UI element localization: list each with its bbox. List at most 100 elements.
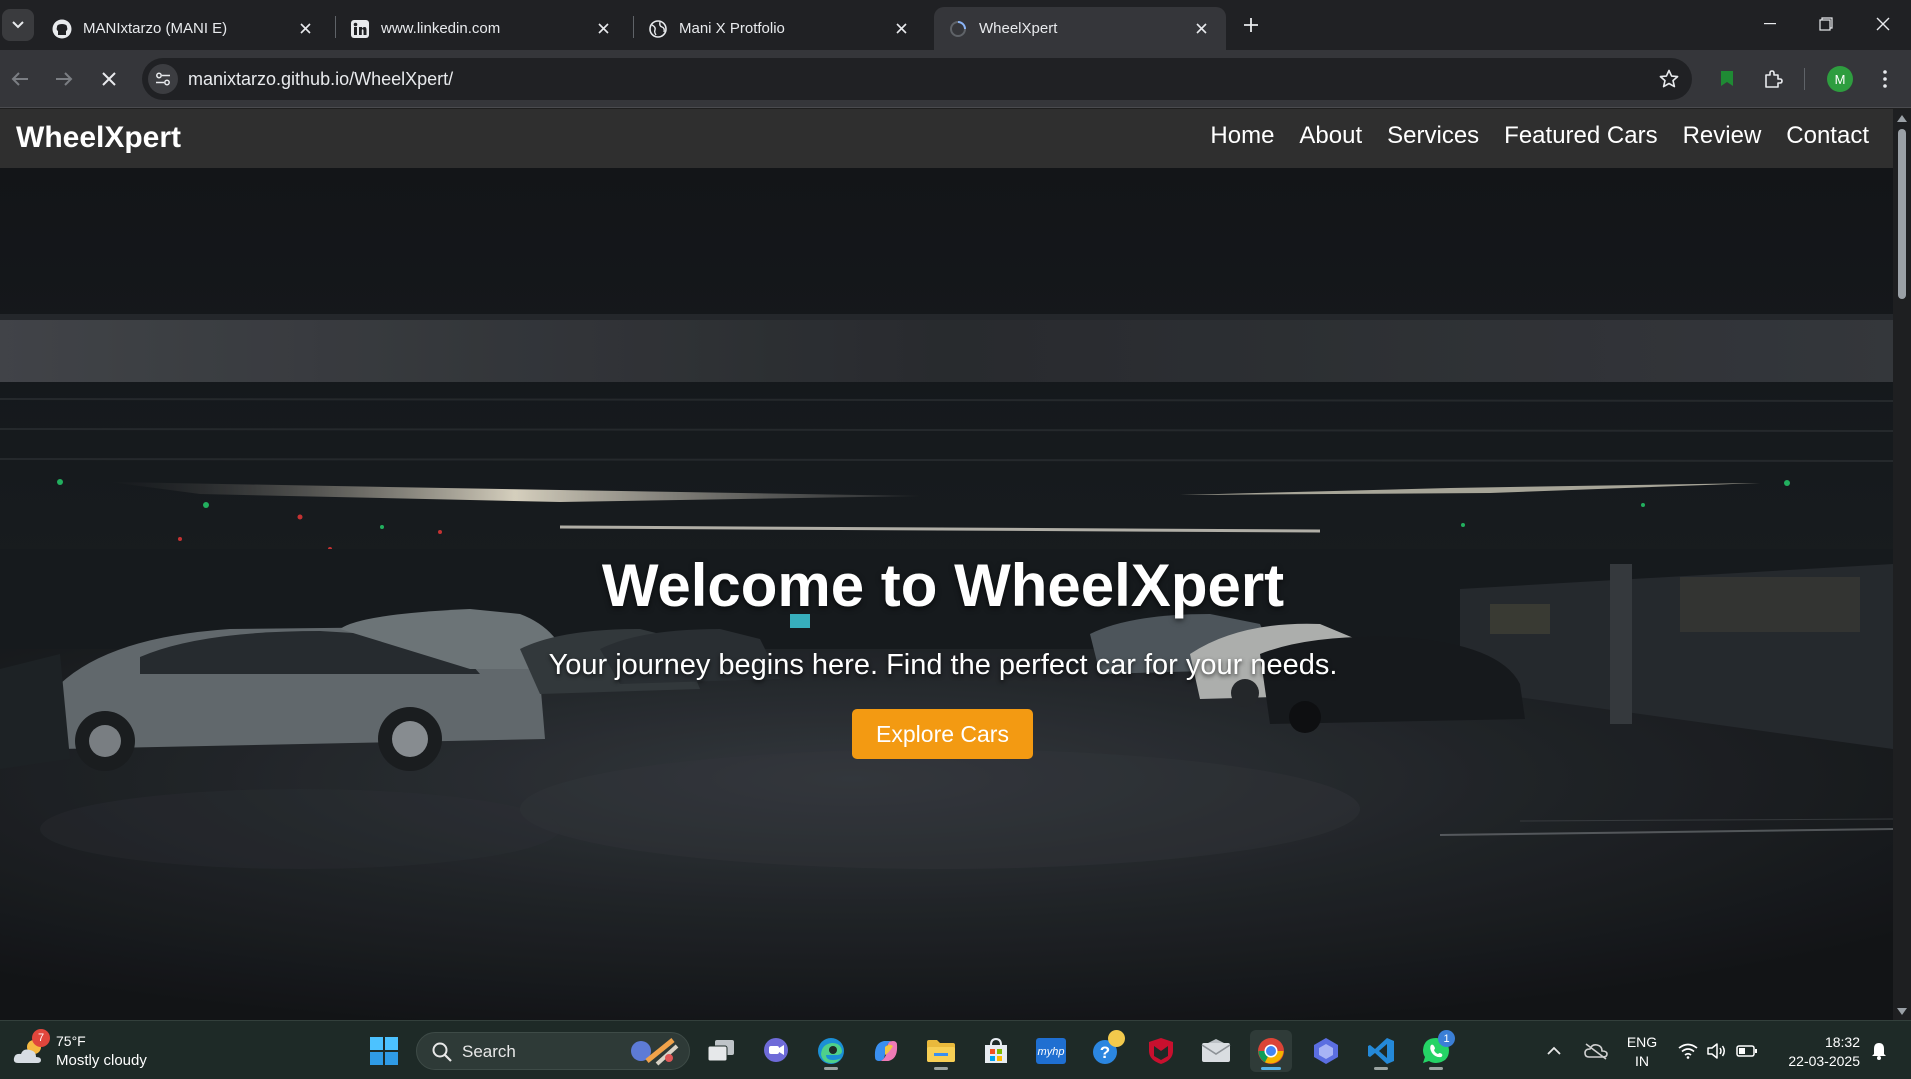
minimize-icon <box>1764 23 1776 25</box>
show-hidden-icons-button[interactable] <box>1542 1021 1566 1079</box>
edge-browser-button[interactable] <box>810 1030 852 1072</box>
tab-portfolio[interactable]: Mani X Protfolio <box>634 7 926 50</box>
copilot-chat-button[interactable] <box>1305 1030 1347 1072</box>
weather-description: Mostly cloudy <box>56 1052 147 1069</box>
start-button[interactable] <box>363 1030 405 1072</box>
mail-icon <box>1201 1039 1231 1062</box>
back-button[interactable] <box>3 62 37 96</box>
new-tab-button[interactable] <box>1237 11 1265 39</box>
github-icon <box>52 19 72 39</box>
chrome-button[interactable] <box>1250 1030 1292 1072</box>
restore-button[interactable] <box>1798 0 1854 48</box>
loading-icon <box>948 19 968 39</box>
windows-taskbar: 7 75°F Mostly cloudy Search myhp ? 1 ENG… <box>0 1020 1911 1079</box>
notification-dot <box>1108 1030 1125 1047</box>
task-view-button[interactable] <box>700 1030 742 1072</box>
store-icon <box>985 1037 1007 1063</box>
weather-widget[interactable]: 7 75°F Mostly cloudy <box>12 1029 192 1073</box>
tab-title: MANIxtarzo (MANI E) <box>83 20 228 37</box>
extension-green-icon[interactable] <box>1712 64 1742 94</box>
unread-badge: 1 <box>1438 1030 1455 1047</box>
chevron-down-icon <box>12 21 24 29</box>
wifi-icon[interactable] <box>1675 1021 1701 1079</box>
site-info-button[interactable] <box>148 64 178 94</box>
stop-loading-button[interactable] <box>92 62 126 96</box>
site-brand-logo[interactable]: WheelXpert <box>16 121 181 155</box>
weather-temperature: 75°F <box>56 1033 86 1049</box>
browser-menu-button[interactable] <box>1870 64 1900 94</box>
scroll-down-arrow[interactable] <box>1897 1006 1907 1016</box>
tab-title: Mani X Protfolio <box>679 20 785 37</box>
address-bar[interactable]: manixtarzo.github.io/WheelXpert/ <box>142 58 1692 100</box>
profile-avatar[interactable]: M <box>1827 66 1853 92</box>
onedrive-offline-icon[interactable] <box>1582 1021 1610 1079</box>
notifications-button[interactable] <box>1866 1021 1892 1079</box>
explore-cars-button[interactable]: Explore Cars <box>852 709 1033 759</box>
hexagon-app-icon <box>1314 1038 1338 1064</box>
whatsapp-button[interactable]: 1 <box>1415 1030 1457 1072</box>
globe-icon <box>648 19 668 39</box>
system-clock[interactable]: 18:32 22-03-2025 <box>1776 1033 1860 1071</box>
microsoft-store-button[interactable] <box>975 1030 1017 1072</box>
minimize-button[interactable] <box>1742 0 1798 48</box>
linkedin-icon <box>350 19 370 39</box>
input-language-indicator[interactable]: ENG IN <box>1624 1033 1660 1071</box>
arrow-right-icon <box>56 72 73 86</box>
clock-time: 18:32 <box>1824 1034 1860 1050</box>
vscode-icon <box>1368 1038 1394 1064</box>
myhp-button[interactable]: myhp <box>1030 1030 1072 1072</box>
taskbar-search-box[interactable]: Search <box>416 1032 690 1070</box>
tab-github[interactable]: MANIxtarzo (MANI E) <box>38 7 330 50</box>
nav-link-review[interactable]: Review <box>1683 122 1762 150</box>
plus-icon <box>1244 18 1258 32</box>
tab-search-button[interactable] <box>2 9 34 41</box>
star-icon <box>1659 69 1679 88</box>
running-indicator <box>1374 1067 1388 1070</box>
close-icon <box>1876 17 1890 31</box>
puzzle-icon <box>1765 70 1783 88</box>
copilot-button[interactable] <box>865 1030 907 1072</box>
mail-button[interactable] <box>1195 1030 1237 1072</box>
extensions-button[interactable] <box>1758 64 1788 94</box>
search-highlight-icon <box>627 1036 679 1066</box>
file-explorer-button[interactable] <box>920 1030 962 1072</box>
page-viewport: WheelXpert Home About Services Featured … <box>0 109 1893 1020</box>
close-tab-icon[interactable] <box>592 18 614 40</box>
close-icon <box>102 72 116 86</box>
vscode-button[interactable] <box>1360 1030 1402 1072</box>
hp-icon: myhp <box>1036 1038 1066 1064</box>
tab-wheelxpert[interactable]: WheelXpert <box>934 7 1226 50</box>
mcafee-button[interactable] <box>1140 1030 1182 1072</box>
screen: MANIxtarzo (MANI E) www.linkedin.com Man… <box>0 0 1911 1079</box>
battery-icon[interactable] <box>1734 1021 1760 1079</box>
meet-app-button[interactable] <box>755 1030 797 1072</box>
close-tab-icon[interactable] <box>890 18 912 40</box>
tab-title: WheelXpert <box>979 20 1058 37</box>
scroll-up-arrow[interactable] <box>1897 113 1907 123</box>
close-tab-icon[interactable] <box>1190 18 1212 40</box>
toolbar-divider <box>1804 68 1805 90</box>
nav-link-about[interactable]: About <box>1299 122 1362 150</box>
folder-icon <box>927 1040 955 1062</box>
close-tab-icon[interactable] <box>294 18 316 40</box>
tab-linkedin[interactable]: www.linkedin.com <box>336 7 628 50</box>
region-code: IN <box>1635 1053 1649 1069</box>
running-indicator <box>934 1067 948 1070</box>
scrollbar-thumb[interactable] <box>1898 129 1906 299</box>
more-vertical-icon <box>1883 70 1887 88</box>
windows-logo-icon <box>370 1037 398 1065</box>
page-scrollbar[interactable] <box>1893 109 1911 1020</box>
nav-link-home[interactable]: Home <box>1210 122 1274 150</box>
nav-link-featured-cars[interactable]: Featured Cars <box>1504 122 1657 150</box>
nav-link-contact[interactable]: Contact <box>1786 122 1869 150</box>
url-text[interactable]: manixtarzo.github.io/WheelXpert/ <box>188 69 453 90</box>
triangle-up-icon <box>1897 114 1907 122</box>
get-help-button[interactable]: ? <box>1085 1030 1127 1072</box>
forward-button[interactable] <box>47 62 81 96</box>
volume-icon[interactable] <box>1704 1021 1730 1079</box>
bookmark-button[interactable] <box>1656 66 1682 92</box>
language-code: ENG <box>1626 1034 1658 1050</box>
nav-link-services[interactable]: Services <box>1387 122 1479 150</box>
close-window-button[interactable] <box>1855 0 1911 48</box>
tab-strip: MANIxtarzo (MANI E) www.linkedin.com Man… <box>0 0 1911 50</box>
